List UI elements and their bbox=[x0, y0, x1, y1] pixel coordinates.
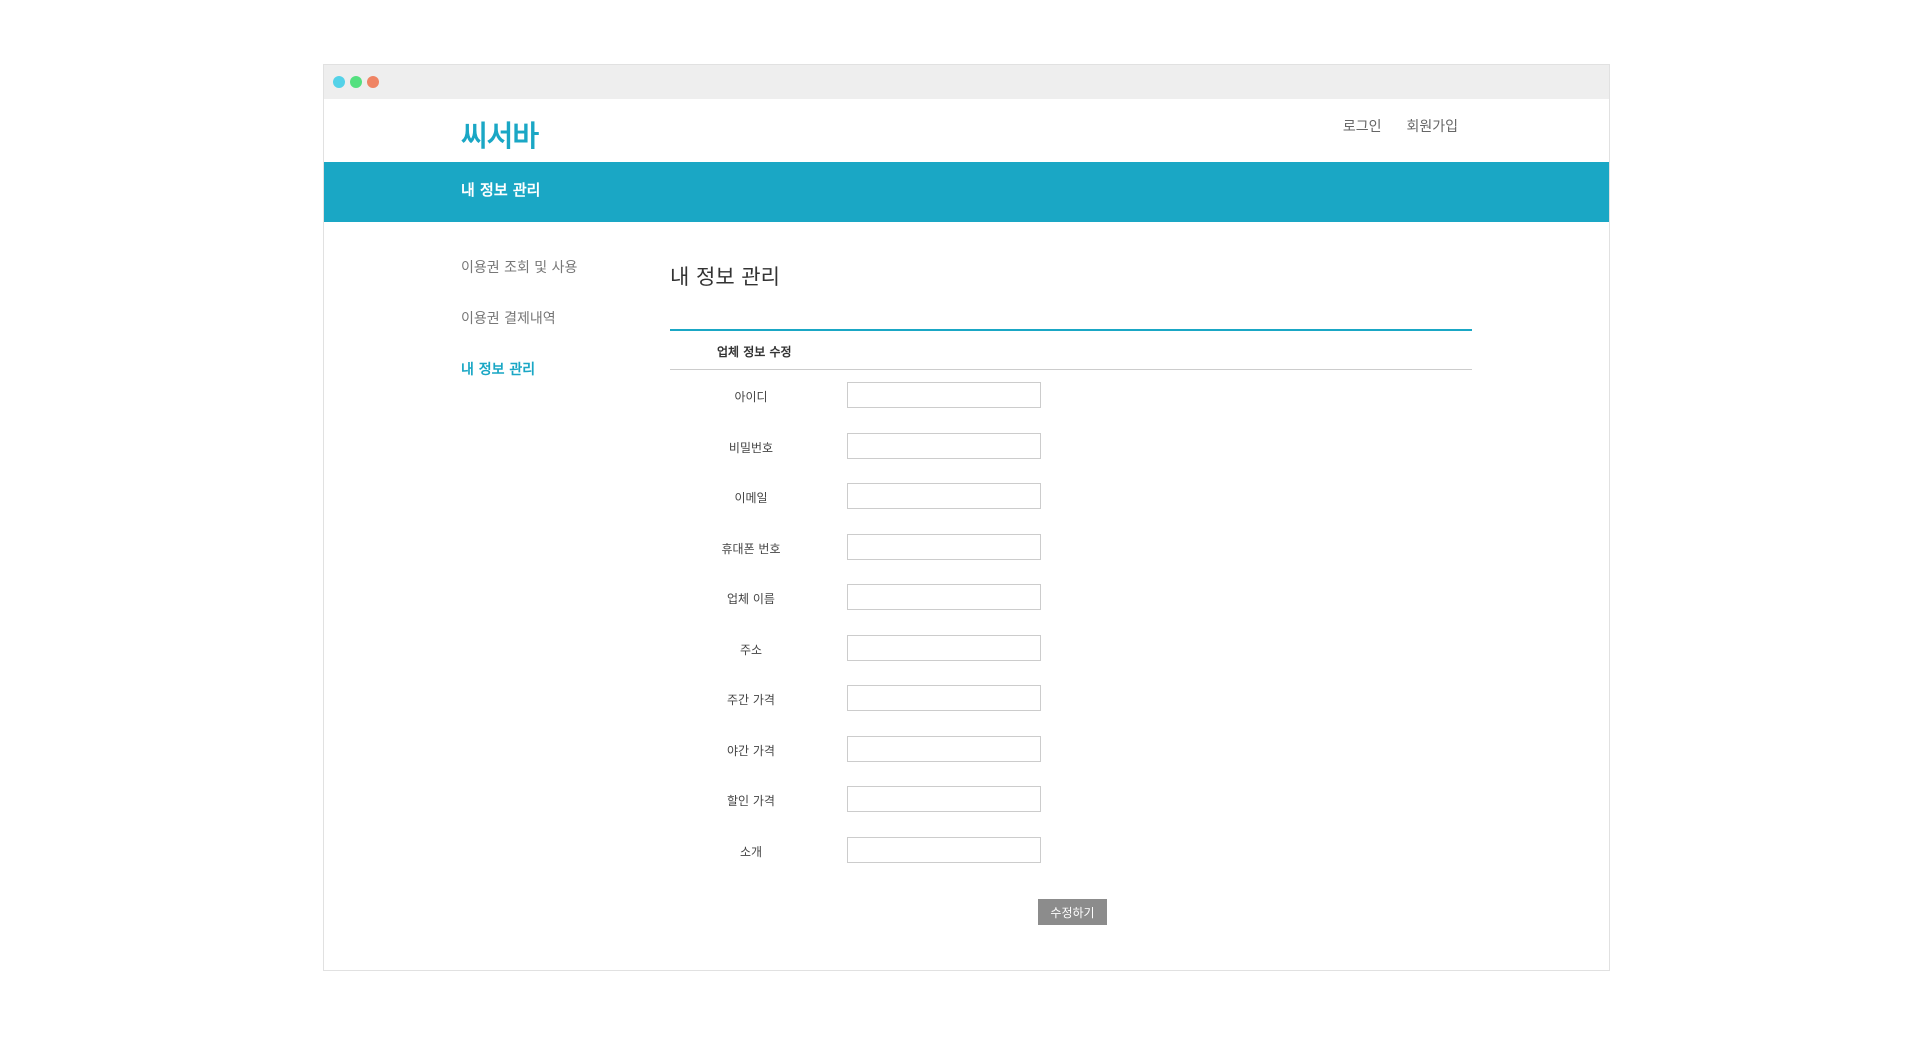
maximize-dot-icon[interactable] bbox=[367, 76, 379, 88]
night-price-input[interactable] bbox=[847, 735, 1041, 762]
address-label: 주소 bbox=[739, 642, 763, 657]
form-row-intro: 소개 bbox=[670, 836, 1472, 888]
email-input[interactable] bbox=[847, 483, 1041, 509]
intro-input[interactable] bbox=[847, 836, 1041, 863]
business-name-label: 업체 이름 bbox=[727, 592, 775, 606]
form-row-night-price: 야간 가격 bbox=[670, 735, 1472, 787]
sidebar-item-my-info[interactable]: 내 정보 관리 bbox=[461, 362, 611, 413]
window-titlebar bbox=[324, 65, 1609, 99]
phone-input[interactable] bbox=[847, 533, 1041, 560]
browser-window: 씨서바 로그인 회원가입 내 정보 관리 이용권 조회 및 사용 이용권 결제내… bbox=[323, 64, 1610, 971]
email-label: 이메일 bbox=[734, 491, 768, 505]
minimize-dot-icon[interactable] bbox=[350, 76, 362, 88]
address-input[interactable] bbox=[847, 634, 1041, 661]
info-form: 아이디 비밀번호 이메일 휴대폰 번호 업체 이름 주소 주간 가격 야간 가격… bbox=[670, 382, 1472, 887]
business-name-input[interactable] bbox=[847, 584, 1041, 610]
site-header: 씨서바 로그인 회원가입 bbox=[324, 99, 1609, 162]
form-row-phone: 휴대폰 번호 bbox=[670, 533, 1472, 585]
update-button[interactable]: 수정하기 bbox=[1038, 899, 1107, 925]
id-input[interactable] bbox=[847, 382, 1041, 408]
sidebar-item-ticket-lookup[interactable]: 이용권 조회 및 사용 bbox=[461, 260, 611, 311]
form-row-password: 비밀번호 bbox=[670, 432, 1472, 484]
section-divider bbox=[670, 369, 1472, 370]
login-link[interactable]: 로그인 bbox=[1343, 116, 1382, 136]
page-content: 이용권 조회 및 사용 이용권 결제내역 내 정보 관리 내 정보 관리 업체 … bbox=[324, 222, 1609, 971]
form-row-business-name: 업체 이름 bbox=[670, 584, 1472, 635]
id-label: 아이디 bbox=[734, 390, 768, 404]
title-divider bbox=[670, 329, 1472, 331]
night-price-label: 야간 가격 bbox=[727, 743, 775, 758]
day-price-input[interactable] bbox=[847, 685, 1041, 711]
signup-link[interactable]: 회원가입 bbox=[1406, 116, 1458, 136]
page-banner: 내 정보 관리 bbox=[324, 162, 1609, 222]
form-row-discount-price: 할인 가격 bbox=[670, 786, 1472, 837]
section-title: 업체 정보 수정 bbox=[717, 345, 792, 359]
header-links: 로그인 회원가입 bbox=[1343, 116, 1458, 136]
close-dot-icon[interactable] bbox=[333, 76, 345, 88]
site-logo[interactable]: 씨서바 bbox=[461, 113, 539, 155]
form-row-email: 이메일 bbox=[670, 483, 1472, 534]
sidebar-item-payment-history[interactable]: 이용권 결제내역 bbox=[461, 311, 611, 362]
sidebar-nav: 이용권 조회 및 사용 이용권 결제내역 내 정보 관리 bbox=[461, 260, 611, 413]
form-row-day-price: 주간 가격 bbox=[670, 685, 1472, 736]
discount-price-label: 할인 가격 bbox=[727, 794, 775, 808]
banner-title: 내 정보 관리 bbox=[461, 181, 541, 199]
intro-label: 소개 bbox=[739, 844, 763, 859]
phone-label: 휴대폰 번호 bbox=[721, 541, 781, 556]
form-row-address: 주소 bbox=[670, 634, 1472, 686]
page-title: 내 정보 관리 bbox=[670, 265, 780, 289]
password-label: 비밀번호 bbox=[728, 440, 774, 455]
day-price-label: 주간 가격 bbox=[727, 693, 775, 707]
password-input[interactable] bbox=[847, 432, 1041, 459]
form-row-id: 아이디 bbox=[670, 382, 1472, 433]
discount-price-input[interactable] bbox=[847, 786, 1041, 812]
